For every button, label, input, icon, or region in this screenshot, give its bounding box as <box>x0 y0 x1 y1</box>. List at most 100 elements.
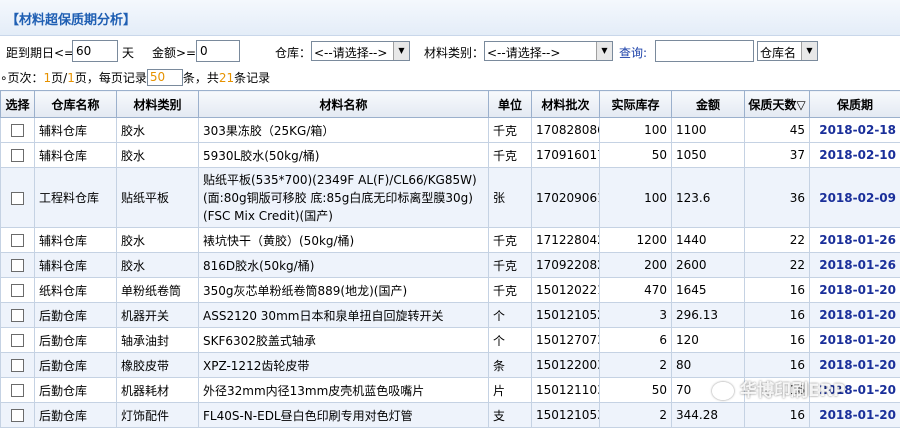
cell-batch: 150122003 <box>531 352 600 378</box>
column-header-shelf-days[interactable]: 保质天数▽ <box>744 90 810 118</box>
watermark-text: 华博印刷ERP <box>740 381 846 401</box>
cell-material-name: 350g灰芯单粉纸卷筒889(地龙)(国产) <box>198 277 489 303</box>
row-checkbox[interactable] <box>11 309 24 322</box>
cell-category: 轴承油封 <box>116 327 199 353</box>
cell-amount: 2600 <box>671 252 745 278</box>
column-header-expiry[interactable]: 保质期 <box>809 90 900 118</box>
column-header-select[interactable]: 选择 <box>0 90 35 118</box>
column-header-category[interactable]: 材料类别 <box>116 90 199 118</box>
cell-shelf-days: 22 <box>744 252 810 278</box>
cell-unit: 个 <box>488 302 532 328</box>
warehouse-select[interactable]: <--请选择--> ▼ <box>311 41 410 61</box>
cell-stock: 6 <box>599 327 672 353</box>
query-link[interactable]: 查询: <box>619 44 647 61</box>
amount-input[interactable] <box>196 40 240 62</box>
table-row[interactable]: 后勤仓库 轴承油封 SKF6302胶盖式轴承 个 150127073 6 120… <box>0 327 900 353</box>
cell-expiry-date: 2018-02-18 <box>809 117 900 143</box>
cell-material-name: 816D胶水(50kg/桶) <box>198 252 489 278</box>
cell-stock: 2 <box>599 402 672 428</box>
cell-material-name: 5930L胶水(50kg/桶) <box>198 142 489 168</box>
cell-stock: 200 <box>599 252 672 278</box>
cell-batch: 150121053 <box>531 402 600 428</box>
query-input[interactable] <box>655 40 754 62</box>
cell-category: 胶水 <box>116 252 199 278</box>
wechat-icon <box>712 382 734 400</box>
expiry-days-input[interactable] <box>72 40 118 62</box>
pager-suffix1: 条，共 <box>182 71 219 85</box>
pager-suffix2: 条记录 <box>234 71 271 85</box>
row-checkbox[interactable] <box>11 359 24 372</box>
cell-unit: 千克 <box>488 252 532 278</box>
cell-warehouse: 后勤仓库 <box>34 327 117 353</box>
cell-stock: 3 <box>599 302 672 328</box>
chevron-down-icon: ▼ <box>801 42 817 60</box>
table-row[interactable]: 辅料仓库 胶水 816D胶水(50kg/桶) 千克 170922082 200 … <box>0 252 900 278</box>
amount-label: 金额>= <box>152 46 197 60</box>
cell-stock: 1200 <box>599 227 672 253</box>
cell-material-name: ASS2120 30mm日本和泉单扭自回旋转开关 <box>198 302 489 328</box>
cell-category: 机器耗材 <box>116 377 199 403</box>
cell-expiry-date: 2018-02-10 <box>809 142 900 168</box>
column-header-unit[interactable]: 单位 <box>488 90 532 118</box>
cell-unit: 张 <box>488 167 532 228</box>
cell-warehouse: 工程料仓库 <box>34 167 117 228</box>
total-records: 21 <box>218 70 235 85</box>
cell-warehouse: 纸料仓库 <box>34 277 117 303</box>
category-select[interactable]: <--请选择--> ▼ <box>484 41 613 61</box>
cell-amount: 123.6 <box>671 167 745 228</box>
row-checkbox[interactable] <box>11 124 24 137</box>
row-checkbox[interactable] <box>11 334 24 347</box>
cell-unit: 条 <box>488 352 532 378</box>
cell-material-name: 贴纸平板(535*700)(2349F AL(F)/CL66/KG85W)(面:… <box>198 167 489 228</box>
cell-category: 机器开关 <box>116 302 199 328</box>
table-row[interactable]: 工程料仓库 贴纸平板 贴纸平板(535*700)(2349F AL(F)/CL6… <box>0 167 900 228</box>
cell-category: 胶水 <box>116 117 199 143</box>
pager-prefix: ∘页次： <box>0 71 44 85</box>
warehouse-label: 仓库： <box>275 46 312 60</box>
pager-mid: 页，每页记录 <box>74 71 147 85</box>
cell-category: 胶水 <box>116 227 199 253</box>
cell-unit: 千克 <box>488 142 532 168</box>
chevron-down-icon: ▼ <box>393 42 409 60</box>
column-header-amount[interactable]: 金额 <box>671 90 745 118</box>
pager-sep: 页/ <box>51 71 68 85</box>
table-row[interactable]: 辅料仓库 胶水 裱坑快干（黄胶）(50kg/桶) 千克 171228042 12… <box>0 227 900 253</box>
row-checkbox[interactable] <box>11 149 24 162</box>
table-row[interactable]: 后勤仓库 灯饰配件 FL40S-N-EDL昼白色印刷专用对色灯管 支 15012… <box>0 402 900 428</box>
cell-batch: 150121052 <box>531 302 600 328</box>
table-header-row: 选择 仓库名称 材料类别 材料名称 单位 材料批次 实际库存 金额 保质天数▽ … <box>0 90 900 118</box>
cell-shelf-days: 36 <box>744 167 810 228</box>
cell-shelf-days: 16 <box>744 402 810 428</box>
cell-amount: 1050 <box>671 142 745 168</box>
row-checkbox[interactable] <box>11 259 24 272</box>
table-row[interactable]: 后勤仓库 机器开关 ASS2120 30mm日本和泉单扭自回旋转开关 个 150… <box>0 302 900 328</box>
cell-category: 灯饰配件 <box>116 402 199 428</box>
query-field-select-value: 仓库名 <box>760 46 797 60</box>
table-row[interactable]: 辅料仓库 胶水 5930L胶水(50kg/桶) 千克 170916017 50 … <box>0 142 900 168</box>
cell-stock: 2 <box>599 352 672 378</box>
column-header-batch[interactable]: 材料批次 <box>531 90 600 118</box>
cell-category: 单粉纸卷筒 <box>116 277 199 303</box>
table-row[interactable]: 辅料仓库 胶水 303果冻胶（25KG/箱） 千克 170828086 100 … <box>0 117 900 143</box>
query-field-select[interactable]: 仓库名 ▼ <box>757 41 818 61</box>
table-row[interactable]: 后勤仓库 橡胶皮带 XPZ-1212齿轮皮带 条 150122003 2 80 … <box>0 352 900 378</box>
cell-warehouse: 辅料仓库 <box>34 117 117 143</box>
row-checkbox[interactable] <box>11 234 24 247</box>
table-row[interactable]: 纸料仓库 单粉纸卷筒 350g灰芯单粉纸卷筒889(地龙)(国产) 千克 150… <box>0 277 900 303</box>
cell-expiry-date: 2018-01-20 <box>809 352 900 378</box>
row-checkbox[interactable] <box>11 384 24 397</box>
cell-stock: 100 <box>599 167 672 228</box>
column-header-warehouse[interactable]: 仓库名称 <box>34 90 117 118</box>
row-checkbox[interactable] <box>11 284 24 297</box>
row-checkbox[interactable] <box>11 191 24 205</box>
column-header-stock[interactable]: 实际库存 <box>599 90 672 118</box>
page-size-input[interactable]: 50 <box>146 69 183 86</box>
cell-warehouse: 后勤仓库 <box>34 352 117 378</box>
category-select-value: <--请选择--> <box>487 46 561 60</box>
category-label: 材料类别： <box>424 46 485 60</box>
cell-category: 橡胶皮带 <box>116 352 199 378</box>
row-checkbox[interactable] <box>11 409 24 422</box>
column-header-material-name[interactable]: 材料名称 <box>198 90 489 118</box>
cell-material-name: 303果冻胶（25KG/箱） <box>198 117 489 143</box>
expiry-days-unit: 天 <box>122 46 135 60</box>
